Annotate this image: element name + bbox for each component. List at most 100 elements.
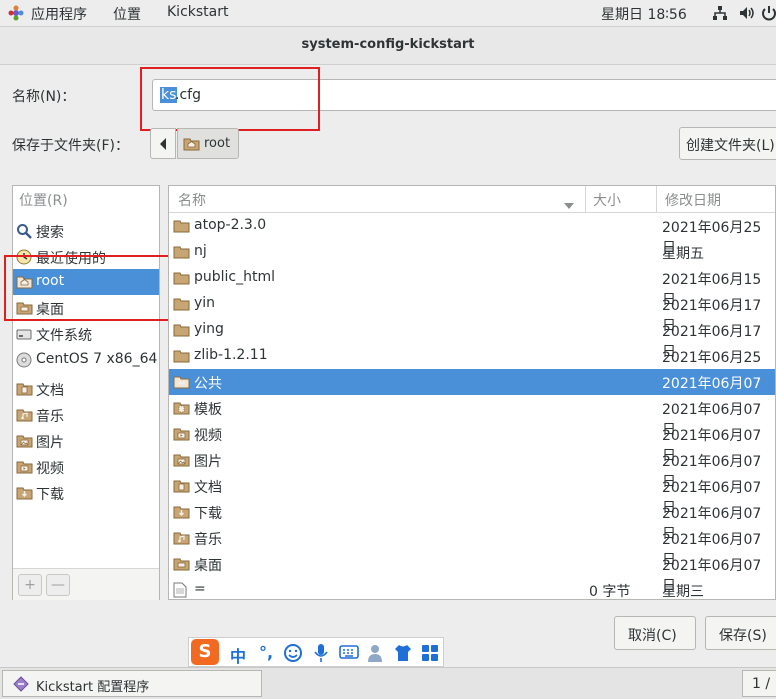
sort-descending-icon[interactable] bbox=[564, 197, 574, 213]
taskbar-window-button[interactable]: Kickstart 配置程序 bbox=[2, 670, 262, 697]
save-button[interactable]: 保存(S) bbox=[705, 616, 776, 650]
file-row[interactable]: 模板 2021年06月07日 bbox=[169, 395, 775, 438]
videos-folder-icon bbox=[16, 459, 33, 475]
places-menu[interactable]: 位置 bbox=[113, 4, 141, 24]
places-header: 位置(R) bbox=[19, 193, 68, 209]
active-app-menu[interactable]: Kickstart bbox=[167, 4, 228, 20]
ime-mode-toggle[interactable]: 中 bbox=[230, 643, 246, 667]
skin-shirt-icon[interactable] bbox=[394, 644, 412, 666]
save-folder-label: 保存于文件夹(F)： bbox=[12, 138, 129, 154]
column-name-header[interactable]: 名称 bbox=[178, 190, 206, 210]
sidebar-item[interactable]: 下载 bbox=[13, 480, 159, 506]
file-name: nj bbox=[194, 243, 207, 259]
ime-punct-toggle[interactable]: °, bbox=[259, 643, 273, 662]
emoji-icon[interactable] bbox=[284, 644, 302, 666]
add-bookmark-button[interactable]: + bbox=[18, 574, 42, 596]
power-icon[interactable] bbox=[762, 5, 776, 25]
window-title: system-config-kickstart bbox=[301, 37, 475, 52]
network-icon[interactable] bbox=[712, 5, 728, 25]
file-row[interactable]: 桌面 2021年06月07日 bbox=[169, 551, 775, 594]
sidebar-footer: + — bbox=[13, 568, 159, 600]
sidebar-item[interactable]: 文档 bbox=[13, 376, 159, 402]
path-back-button[interactable] bbox=[150, 128, 176, 159]
keyboard-icon[interactable] bbox=[339, 645, 359, 663]
ime-toolbar: S 中 °, bbox=[188, 637, 444, 667]
file-row[interactable]: 音乐 2021年06月07日 bbox=[169, 525, 775, 568]
file-name: 视频 bbox=[194, 428, 222, 444]
file-name: zlib-1.2.11 bbox=[194, 347, 268, 363]
documents-folder-icon bbox=[16, 381, 33, 397]
workspace-pager[interactable]: 1 / bbox=[742, 670, 776, 697]
sogou-logo[interactable]: S bbox=[191, 639, 219, 665]
search-icon bbox=[16, 223, 32, 239]
column-separator[interactable] bbox=[585, 186, 586, 212]
sidebar-item-label: 图片 bbox=[36, 435, 64, 451]
file-row[interactable]: yin 2021年06月17日 bbox=[169, 291, 775, 334]
home-folder-icon bbox=[183, 136, 200, 155]
file-row[interactable]: ying 2021年06月17日 bbox=[169, 317, 775, 360]
sidebar-item-label: 视频 bbox=[36, 461, 64, 477]
toolbox-grid-icon[interactable] bbox=[421, 644, 439, 666]
cancel-button[interactable]: 取消(C) bbox=[614, 616, 696, 650]
drive-icon bbox=[16, 326, 32, 342]
sidebar-item[interactable]: CentOS 7 x86_64 bbox=[13, 347, 159, 373]
column-size-header[interactable]: 大小 bbox=[593, 190, 621, 210]
file-row[interactable]: 文档 2021年06月07日 bbox=[169, 473, 775, 516]
folder-icon bbox=[173, 218, 190, 234]
sidebar-item[interactable]: 搜索 bbox=[13, 218, 159, 244]
templates-folder-icon bbox=[173, 400, 190, 416]
music-folder-icon bbox=[16, 407, 33, 423]
apps-menu[interactable]: 应用程序 bbox=[31, 4, 87, 24]
column-header: 名称 大小 修改日期 bbox=[169, 186, 775, 213]
microphone-icon[interactable] bbox=[314, 643, 328, 667]
file-name: 文档 bbox=[194, 480, 222, 496]
file-row[interactable]: 公共 2021年06月07日 bbox=[169, 369, 775, 412]
disc-icon bbox=[16, 352, 32, 368]
file-row[interactable]: 下载 2021年06月07日 bbox=[169, 499, 775, 542]
user-tools-icon[interactable] bbox=[367, 643, 385, 667]
sidebar-item[interactable]: 音乐 bbox=[13, 402, 159, 428]
column-modified-header[interactable]: 修改日期 bbox=[665, 190, 721, 210]
file-name: 下载 bbox=[194, 506, 222, 522]
file-modified-date: 星期五 bbox=[662, 246, 704, 262]
pictures-folder-icon bbox=[173, 452, 190, 468]
videos-folder-icon bbox=[173, 426, 190, 442]
clock[interactable]: 星期日 18∶56 bbox=[601, 4, 687, 24]
window-titlebar: system-config-kickstart bbox=[0, 27, 776, 65]
file-row[interactable]: zlib-1.2.112021年06月25日 bbox=[169, 343, 775, 386]
sidebar-item-label: 下载 bbox=[36, 487, 64, 503]
file-row[interactable]: 视频 2021年06月07日 bbox=[169, 421, 775, 464]
downloads-folder-icon bbox=[16, 485, 33, 501]
file-row[interactable]: 图片 2021年06月07日 bbox=[169, 447, 775, 490]
name-label: 名称(N)： bbox=[12, 89, 76, 105]
file-row[interactable]: public_html 2021年06月15日 bbox=[169, 265, 775, 308]
folder-icon bbox=[173, 270, 190, 286]
create-folder-button[interactable]: 创建文件夹(L) bbox=[679, 127, 776, 160]
file-row[interactable]: = 0 字节 星期三 bbox=[169, 577, 775, 599]
sidebar-item[interactable]: 图片 bbox=[13, 428, 159, 454]
bottom-taskbar: Kickstart 配置程序 1 / bbox=[0, 667, 776, 699]
folder-icon bbox=[173, 296, 190, 312]
file-list: 名称 大小 修改日期 atop-2.3.0 2021年06月25日 nj 星期五 pub… bbox=[168, 185, 776, 600]
file-row[interactable]: atop-2.3.0 2021年06月25日 bbox=[169, 213, 775, 256]
file-name: ying bbox=[194, 321, 224, 337]
sidebar-item[interactable]: 文件系统 bbox=[13, 321, 159, 347]
file-name: 音乐 bbox=[194, 532, 222, 548]
apps-menu-icon[interactable] bbox=[8, 5, 24, 21]
create-folder-label: 创建文件夹(L) bbox=[686, 138, 775, 154]
volume-icon[interactable] bbox=[739, 5, 755, 25]
path-root-button[interactable]: root bbox=[177, 128, 239, 159]
file-row[interactable]: nj 星期五 bbox=[169, 239, 775, 265]
folder-icon bbox=[173, 348, 190, 364]
chevron-left-icon bbox=[159, 138, 167, 154]
music-folder-icon bbox=[173, 530, 190, 546]
file-name: 桌面 bbox=[194, 558, 222, 574]
column-separator[interactable] bbox=[656, 186, 657, 212]
top-panel: 应用程序 位置 Kickstart 星期日 18∶56 bbox=[0, 0, 776, 27]
sidebar-item[interactable]: 视频 bbox=[13, 454, 159, 480]
file-icon bbox=[173, 582, 189, 598]
sidebar-item-label: 音乐 bbox=[36, 409, 64, 425]
desktop-folder-icon bbox=[173, 556, 190, 572]
remove-bookmark-button[interactable]: — bbox=[46, 574, 70, 596]
downloads-folder-icon bbox=[173, 504, 190, 520]
